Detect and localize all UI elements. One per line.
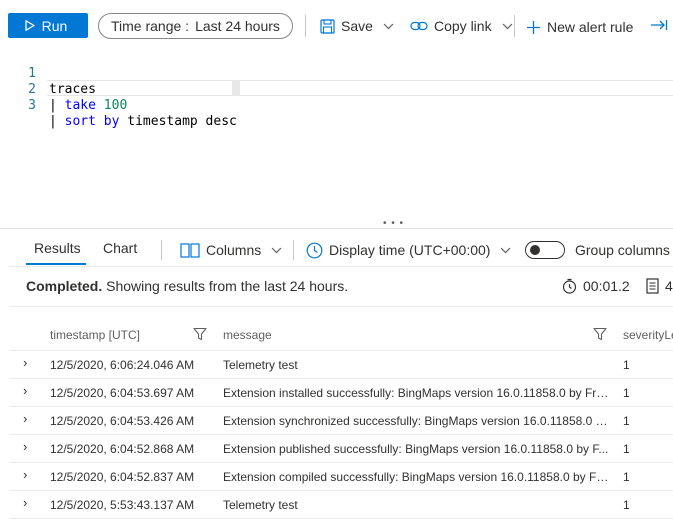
- chevron-right-icon[interactable]: ›: [23, 495, 27, 510]
- new-alert-label: New alert rule: [547, 19, 634, 35]
- cell-message: Telemetry test: [223, 358, 298, 372]
- code-line: 2 | take 100: [0, 66, 673, 113]
- pane-divider[interactable]: [0, 228, 673, 229]
- group-columns-toggle[interactable]: [525, 241, 565, 259]
- tab-results[interactable]: Results: [34, 240, 81, 262]
- table-row[interactable]: › 12/5/2020, 6:04:53.697 AM Extension in…: [10, 379, 673, 407]
- timer-icon: [562, 278, 577, 294]
- chevron-right-icon[interactable]: ›: [23, 411, 27, 426]
- columns-icon: [180, 242, 200, 258]
- query-status: Completed. Showing results from the last…: [26, 278, 348, 294]
- cell-message: Extension synchronized successfully: Bin…: [223, 414, 609, 428]
- code-text: | take 100: [49, 98, 128, 113]
- status-rule: [10, 306, 673, 307]
- plus-icon: [526, 20, 541, 35]
- run-button[interactable]: Run: [8, 13, 88, 38]
- display-time-button[interactable]: Display time (UTC+00:00): [306, 237, 511, 263]
- run-label: Run: [41, 17, 68, 34]
- column-header-timestamp[interactable]: timestamp [UTC]: [50, 328, 140, 342]
- export-icon[interactable]: [650, 18, 668, 32]
- toolbar-divider: [514, 15, 515, 37]
- tabs-divider: [161, 240, 162, 260]
- toolbar-divider: [305, 15, 306, 37]
- table-row[interactable]: › 12/5/2020, 6:04:53.426 AM Extension sy…: [10, 407, 673, 435]
- play-icon: [25, 20, 35, 31]
- chevron-down-icon: [271, 247, 282, 254]
- chevron-right-icon[interactable]: ›: [23, 383, 27, 398]
- code-line: 3 | sort by timestamp desc: [0, 82, 673, 129]
- column-header-severity[interactable]: severityLe: [623, 328, 673, 342]
- status-text: Showing results from the last 24 hours.: [106, 278, 349, 294]
- display-time-label: Display time (UTC+00:00): [329, 242, 491, 258]
- table-row[interactable]: › 12/5/2020, 5:53:43.137 AM Telemetry te…: [10, 491, 673, 519]
- link-icon: [410, 20, 428, 32]
- duration-value: 00:01.2: [583, 278, 630, 294]
- save-button[interactable]: Save: [320, 13, 394, 39]
- status-bold: Completed.: [26, 278, 103, 294]
- cell-timestamp: 12/5/2020, 6:04:53.697 AM: [50, 386, 195, 400]
- cell-message: Telemetry test: [223, 498, 298, 512]
- chevron-down-icon: [383, 23, 394, 30]
- cell-severity: 1: [623, 442, 630, 456]
- cell-severity: 1: [623, 498, 630, 512]
- save-label: Save: [341, 18, 373, 34]
- chevron-down-icon: [500, 247, 511, 254]
- tab-chart[interactable]: Chart: [103, 240, 137, 262]
- filter-icon[interactable]: [193, 327, 207, 341]
- tabs-rule: [10, 266, 673, 267]
- time-range-value: Last 24 hours: [195, 18, 280, 34]
- tabs-divider: [293, 240, 294, 260]
- code-line: 1 traces: [0, 50, 673, 97]
- copy-link-label: Copy link: [434, 18, 492, 34]
- cell-timestamp: 12/5/2020, 6:04:52.868 AM: [50, 442, 195, 456]
- cell-timestamp: 12/5/2020, 6:06:24.046 AM: [50, 358, 195, 372]
- cell-timestamp: 12/5/2020, 5:53:43.137 AM: [50, 498, 195, 512]
- table-row[interactable]: › 12/5/2020, 6:04:52.868 AM Extension pu…: [10, 435, 673, 463]
- cell-severity: 1: [623, 414, 630, 428]
- code-text: | sort by timestamp desc: [49, 114, 237, 129]
- table-row[interactable]: › 12/5/2020, 6:04:52.837 AM Extension co…: [10, 463, 673, 491]
- cell-severity: 1: [623, 386, 630, 400]
- active-tab-indicator: [26, 263, 86, 265]
- cell-message: Extension published successfully: BingMa…: [223, 442, 609, 456]
- record-count-value: 4: [665, 278, 673, 294]
- time-range-picker[interactable]: Time range : Last 24 hours: [98, 13, 293, 39]
- save-icon: [320, 18, 335, 34]
- cell-message: Extension installed successfully: BingMa…: [223, 386, 609, 400]
- record-count: 4: [646, 273, 673, 299]
- chevron-right-icon[interactable]: ›: [23, 439, 27, 454]
- query-duration: 00:01.2: [562, 273, 630, 299]
- clock-icon: [306, 242, 323, 259]
- time-range-label: Time range :: [111, 18, 190, 34]
- cell-severity: 1: [623, 470, 630, 484]
- filter-icon[interactable]: [593, 327, 607, 341]
- cell-message: Extension compiled successfully: BingMap…: [223, 470, 609, 484]
- chevron-down-icon: [502, 23, 513, 30]
- line-number: 3: [28, 98, 36, 113]
- columns-label: Columns: [206, 242, 262, 258]
- chevron-right-icon[interactable]: ›: [23, 355, 27, 370]
- cell-severity: 1: [623, 358, 630, 372]
- columns-button[interactable]: Columns: [180, 237, 282, 263]
- query-editor[interactable]: 1 traces 2 | take 100 3 | sort by timest…: [0, 48, 673, 218]
- group-columns-label: Group columns: [575, 242, 670, 258]
- toggle-knob: [530, 245, 540, 255]
- copy-link-button[interactable]: Copy link: [410, 13, 513, 39]
- column-header-message[interactable]: message: [223, 328, 272, 342]
- records-icon: [646, 278, 659, 294]
- cell-timestamp: 12/5/2020, 6:04:53.426 AM: [50, 414, 195, 428]
- table-row[interactable]: › 12/5/2020, 6:06:24.046 AM Telemetry te…: [10, 351, 673, 379]
- chevron-right-icon[interactable]: ›: [23, 467, 27, 482]
- new-alert-rule-button[interactable]: New alert rule: [526, 14, 633, 40]
- cell-timestamp: 12/5/2020, 6:04:52.837 AM: [50, 470, 195, 484]
